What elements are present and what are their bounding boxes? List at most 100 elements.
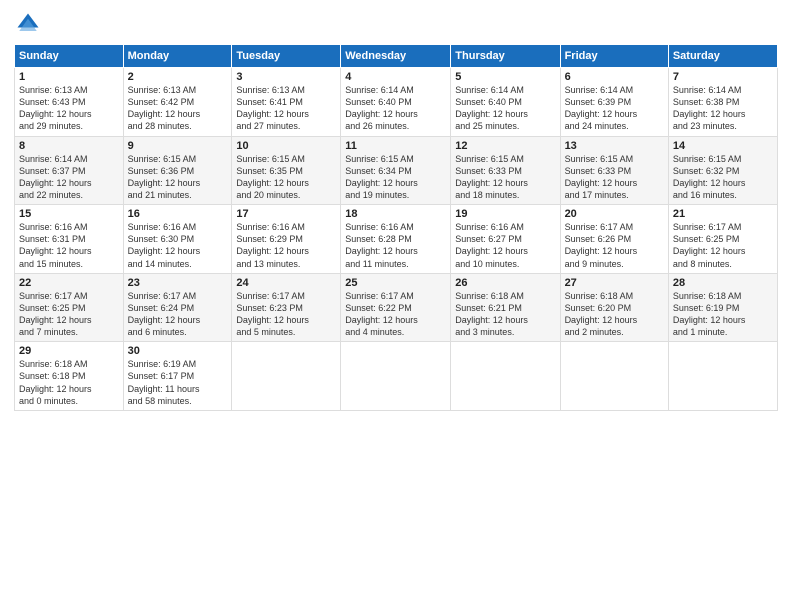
- day-info: Sunrise: 6:17 AM Sunset: 6:22 PM Dayligh…: [345, 290, 446, 339]
- day-number: 29: [19, 345, 119, 357]
- day-number: 27: [565, 277, 664, 289]
- calendar-cell: 27Sunrise: 6:18 AM Sunset: 6:20 PM Dayli…: [560, 273, 668, 342]
- day-number: 9: [128, 140, 228, 152]
- calendar-cell: 5Sunrise: 6:14 AM Sunset: 6:40 PM Daylig…: [451, 68, 560, 137]
- day-number: 23: [128, 277, 228, 289]
- day-number: 16: [128, 208, 228, 220]
- day-info: Sunrise: 6:17 AM Sunset: 6:24 PM Dayligh…: [128, 290, 228, 339]
- calendar-cell: [560, 342, 668, 411]
- day-info: Sunrise: 6:13 AM Sunset: 6:43 PM Dayligh…: [19, 84, 119, 133]
- day-info: Sunrise: 6:18 AM Sunset: 6:19 PM Dayligh…: [673, 290, 773, 339]
- day-info: Sunrise: 6:19 AM Sunset: 6:17 PM Dayligh…: [128, 358, 228, 407]
- day-number: 13: [565, 140, 664, 152]
- day-info: Sunrise: 6:14 AM Sunset: 6:38 PM Dayligh…: [673, 84, 773, 133]
- day-info: Sunrise: 6:18 AM Sunset: 6:18 PM Dayligh…: [19, 358, 119, 407]
- day-info: Sunrise: 6:15 AM Sunset: 6:33 PM Dayligh…: [565, 153, 664, 202]
- day-info: Sunrise: 6:15 AM Sunset: 6:32 PM Dayligh…: [673, 153, 773, 202]
- header: [14, 10, 778, 38]
- calendar-cell: 21Sunrise: 6:17 AM Sunset: 6:25 PM Dayli…: [668, 205, 777, 274]
- day-info: Sunrise: 6:15 AM Sunset: 6:35 PM Dayligh…: [236, 153, 336, 202]
- day-info: Sunrise: 6:17 AM Sunset: 6:25 PM Dayligh…: [673, 221, 773, 270]
- calendar-cell: 8Sunrise: 6:14 AM Sunset: 6:37 PM Daylig…: [15, 136, 124, 205]
- calendar-header-tuesday: Tuesday: [232, 45, 341, 68]
- calendar-week-row: 1Sunrise: 6:13 AM Sunset: 6:43 PM Daylig…: [15, 68, 778, 137]
- calendar-cell: 16Sunrise: 6:16 AM Sunset: 6:30 PM Dayli…: [123, 205, 232, 274]
- day-info: Sunrise: 6:13 AM Sunset: 6:41 PM Dayligh…: [236, 84, 336, 133]
- day-number: 15: [19, 208, 119, 220]
- calendar-cell: [451, 342, 560, 411]
- calendar-cell: [341, 342, 451, 411]
- calendar-table: SundayMondayTuesdayWednesdayThursdayFrid…: [14, 44, 778, 411]
- calendar-cell: [668, 342, 777, 411]
- day-number: 19: [455, 208, 555, 220]
- logo: [14, 10, 46, 38]
- day-info: Sunrise: 6:14 AM Sunset: 6:39 PM Dayligh…: [565, 84, 664, 133]
- day-number: 22: [19, 277, 119, 289]
- day-info: Sunrise: 6:15 AM Sunset: 6:33 PM Dayligh…: [455, 153, 555, 202]
- day-info: Sunrise: 6:13 AM Sunset: 6:42 PM Dayligh…: [128, 84, 228, 133]
- day-number: 24: [236, 277, 336, 289]
- calendar-header-saturday: Saturday: [668, 45, 777, 68]
- calendar-cell: 30Sunrise: 6:19 AM Sunset: 6:17 PM Dayli…: [123, 342, 232, 411]
- day-info: Sunrise: 6:17 AM Sunset: 6:25 PM Dayligh…: [19, 290, 119, 339]
- day-info: Sunrise: 6:16 AM Sunset: 6:27 PM Dayligh…: [455, 221, 555, 270]
- day-number: 26: [455, 277, 555, 289]
- day-info: Sunrise: 6:18 AM Sunset: 6:21 PM Dayligh…: [455, 290, 555, 339]
- day-number: 6: [565, 71, 664, 83]
- page: SundayMondayTuesdayWednesdayThursdayFrid…: [0, 0, 792, 612]
- day-number: 5: [455, 71, 555, 83]
- day-info: Sunrise: 6:14 AM Sunset: 6:40 PM Dayligh…: [345, 84, 446, 133]
- day-number: 25: [345, 277, 446, 289]
- calendar-cell: 4Sunrise: 6:14 AM Sunset: 6:40 PM Daylig…: [341, 68, 451, 137]
- day-number: 2: [128, 71, 228, 83]
- calendar-cell: 28Sunrise: 6:18 AM Sunset: 6:19 PM Dayli…: [668, 273, 777, 342]
- day-number: 30: [128, 345, 228, 357]
- calendar-week-row: 29Sunrise: 6:18 AM Sunset: 6:18 PM Dayli…: [15, 342, 778, 411]
- calendar-week-row: 8Sunrise: 6:14 AM Sunset: 6:37 PM Daylig…: [15, 136, 778, 205]
- calendar-cell: 20Sunrise: 6:17 AM Sunset: 6:26 PM Dayli…: [560, 205, 668, 274]
- calendar-cell: 6Sunrise: 6:14 AM Sunset: 6:39 PM Daylig…: [560, 68, 668, 137]
- day-number: 8: [19, 140, 119, 152]
- calendar-cell: 26Sunrise: 6:18 AM Sunset: 6:21 PM Dayli…: [451, 273, 560, 342]
- day-number: 17: [236, 208, 336, 220]
- day-number: 12: [455, 140, 555, 152]
- day-info: Sunrise: 6:14 AM Sunset: 6:40 PM Dayligh…: [455, 84, 555, 133]
- calendar-week-row: 22Sunrise: 6:17 AM Sunset: 6:25 PM Dayli…: [15, 273, 778, 342]
- day-number: 1: [19, 71, 119, 83]
- calendar-cell: 24Sunrise: 6:17 AM Sunset: 6:23 PM Dayli…: [232, 273, 341, 342]
- day-info: Sunrise: 6:16 AM Sunset: 6:28 PM Dayligh…: [345, 221, 446, 270]
- day-info: Sunrise: 6:18 AM Sunset: 6:20 PM Dayligh…: [565, 290, 664, 339]
- day-info: Sunrise: 6:16 AM Sunset: 6:31 PM Dayligh…: [19, 221, 119, 270]
- calendar-cell: 2Sunrise: 6:13 AM Sunset: 6:42 PM Daylig…: [123, 68, 232, 137]
- calendar-cell: 7Sunrise: 6:14 AM Sunset: 6:38 PM Daylig…: [668, 68, 777, 137]
- calendar-cell: 12Sunrise: 6:15 AM Sunset: 6:33 PM Dayli…: [451, 136, 560, 205]
- day-info: Sunrise: 6:15 AM Sunset: 6:36 PM Dayligh…: [128, 153, 228, 202]
- calendar-cell: 19Sunrise: 6:16 AM Sunset: 6:27 PM Dayli…: [451, 205, 560, 274]
- calendar-cell: 1Sunrise: 6:13 AM Sunset: 6:43 PM Daylig…: [15, 68, 124, 137]
- day-number: 11: [345, 140, 446, 152]
- calendar-cell: [232, 342, 341, 411]
- calendar-header-wednesday: Wednesday: [341, 45, 451, 68]
- day-number: 28: [673, 277, 773, 289]
- day-info: Sunrise: 6:17 AM Sunset: 6:26 PM Dayligh…: [565, 221, 664, 270]
- calendar-header-thursday: Thursday: [451, 45, 560, 68]
- day-number: 20: [565, 208, 664, 220]
- calendar-cell: 3Sunrise: 6:13 AM Sunset: 6:41 PM Daylig…: [232, 68, 341, 137]
- calendar-cell: 9Sunrise: 6:15 AM Sunset: 6:36 PM Daylig…: [123, 136, 232, 205]
- calendar-header-monday: Monday: [123, 45, 232, 68]
- calendar-header-sunday: Sunday: [15, 45, 124, 68]
- day-number: 10: [236, 140, 336, 152]
- calendar-cell: 13Sunrise: 6:15 AM Sunset: 6:33 PM Dayli…: [560, 136, 668, 205]
- day-number: 18: [345, 208, 446, 220]
- calendar-header-row: SundayMondayTuesdayWednesdayThursdayFrid…: [15, 45, 778, 68]
- calendar-header-friday: Friday: [560, 45, 668, 68]
- day-info: Sunrise: 6:15 AM Sunset: 6:34 PM Dayligh…: [345, 153, 446, 202]
- calendar-cell: 15Sunrise: 6:16 AM Sunset: 6:31 PM Dayli…: [15, 205, 124, 274]
- day-number: 14: [673, 140, 773, 152]
- calendar-cell: 11Sunrise: 6:15 AM Sunset: 6:34 PM Dayli…: [341, 136, 451, 205]
- day-info: Sunrise: 6:16 AM Sunset: 6:30 PM Dayligh…: [128, 221, 228, 270]
- calendar-cell: 23Sunrise: 6:17 AM Sunset: 6:24 PM Dayli…: [123, 273, 232, 342]
- calendar-week-row: 15Sunrise: 6:16 AM Sunset: 6:31 PM Dayli…: [15, 205, 778, 274]
- calendar-cell: 17Sunrise: 6:16 AM Sunset: 6:29 PM Dayli…: [232, 205, 341, 274]
- logo-icon: [14, 10, 42, 38]
